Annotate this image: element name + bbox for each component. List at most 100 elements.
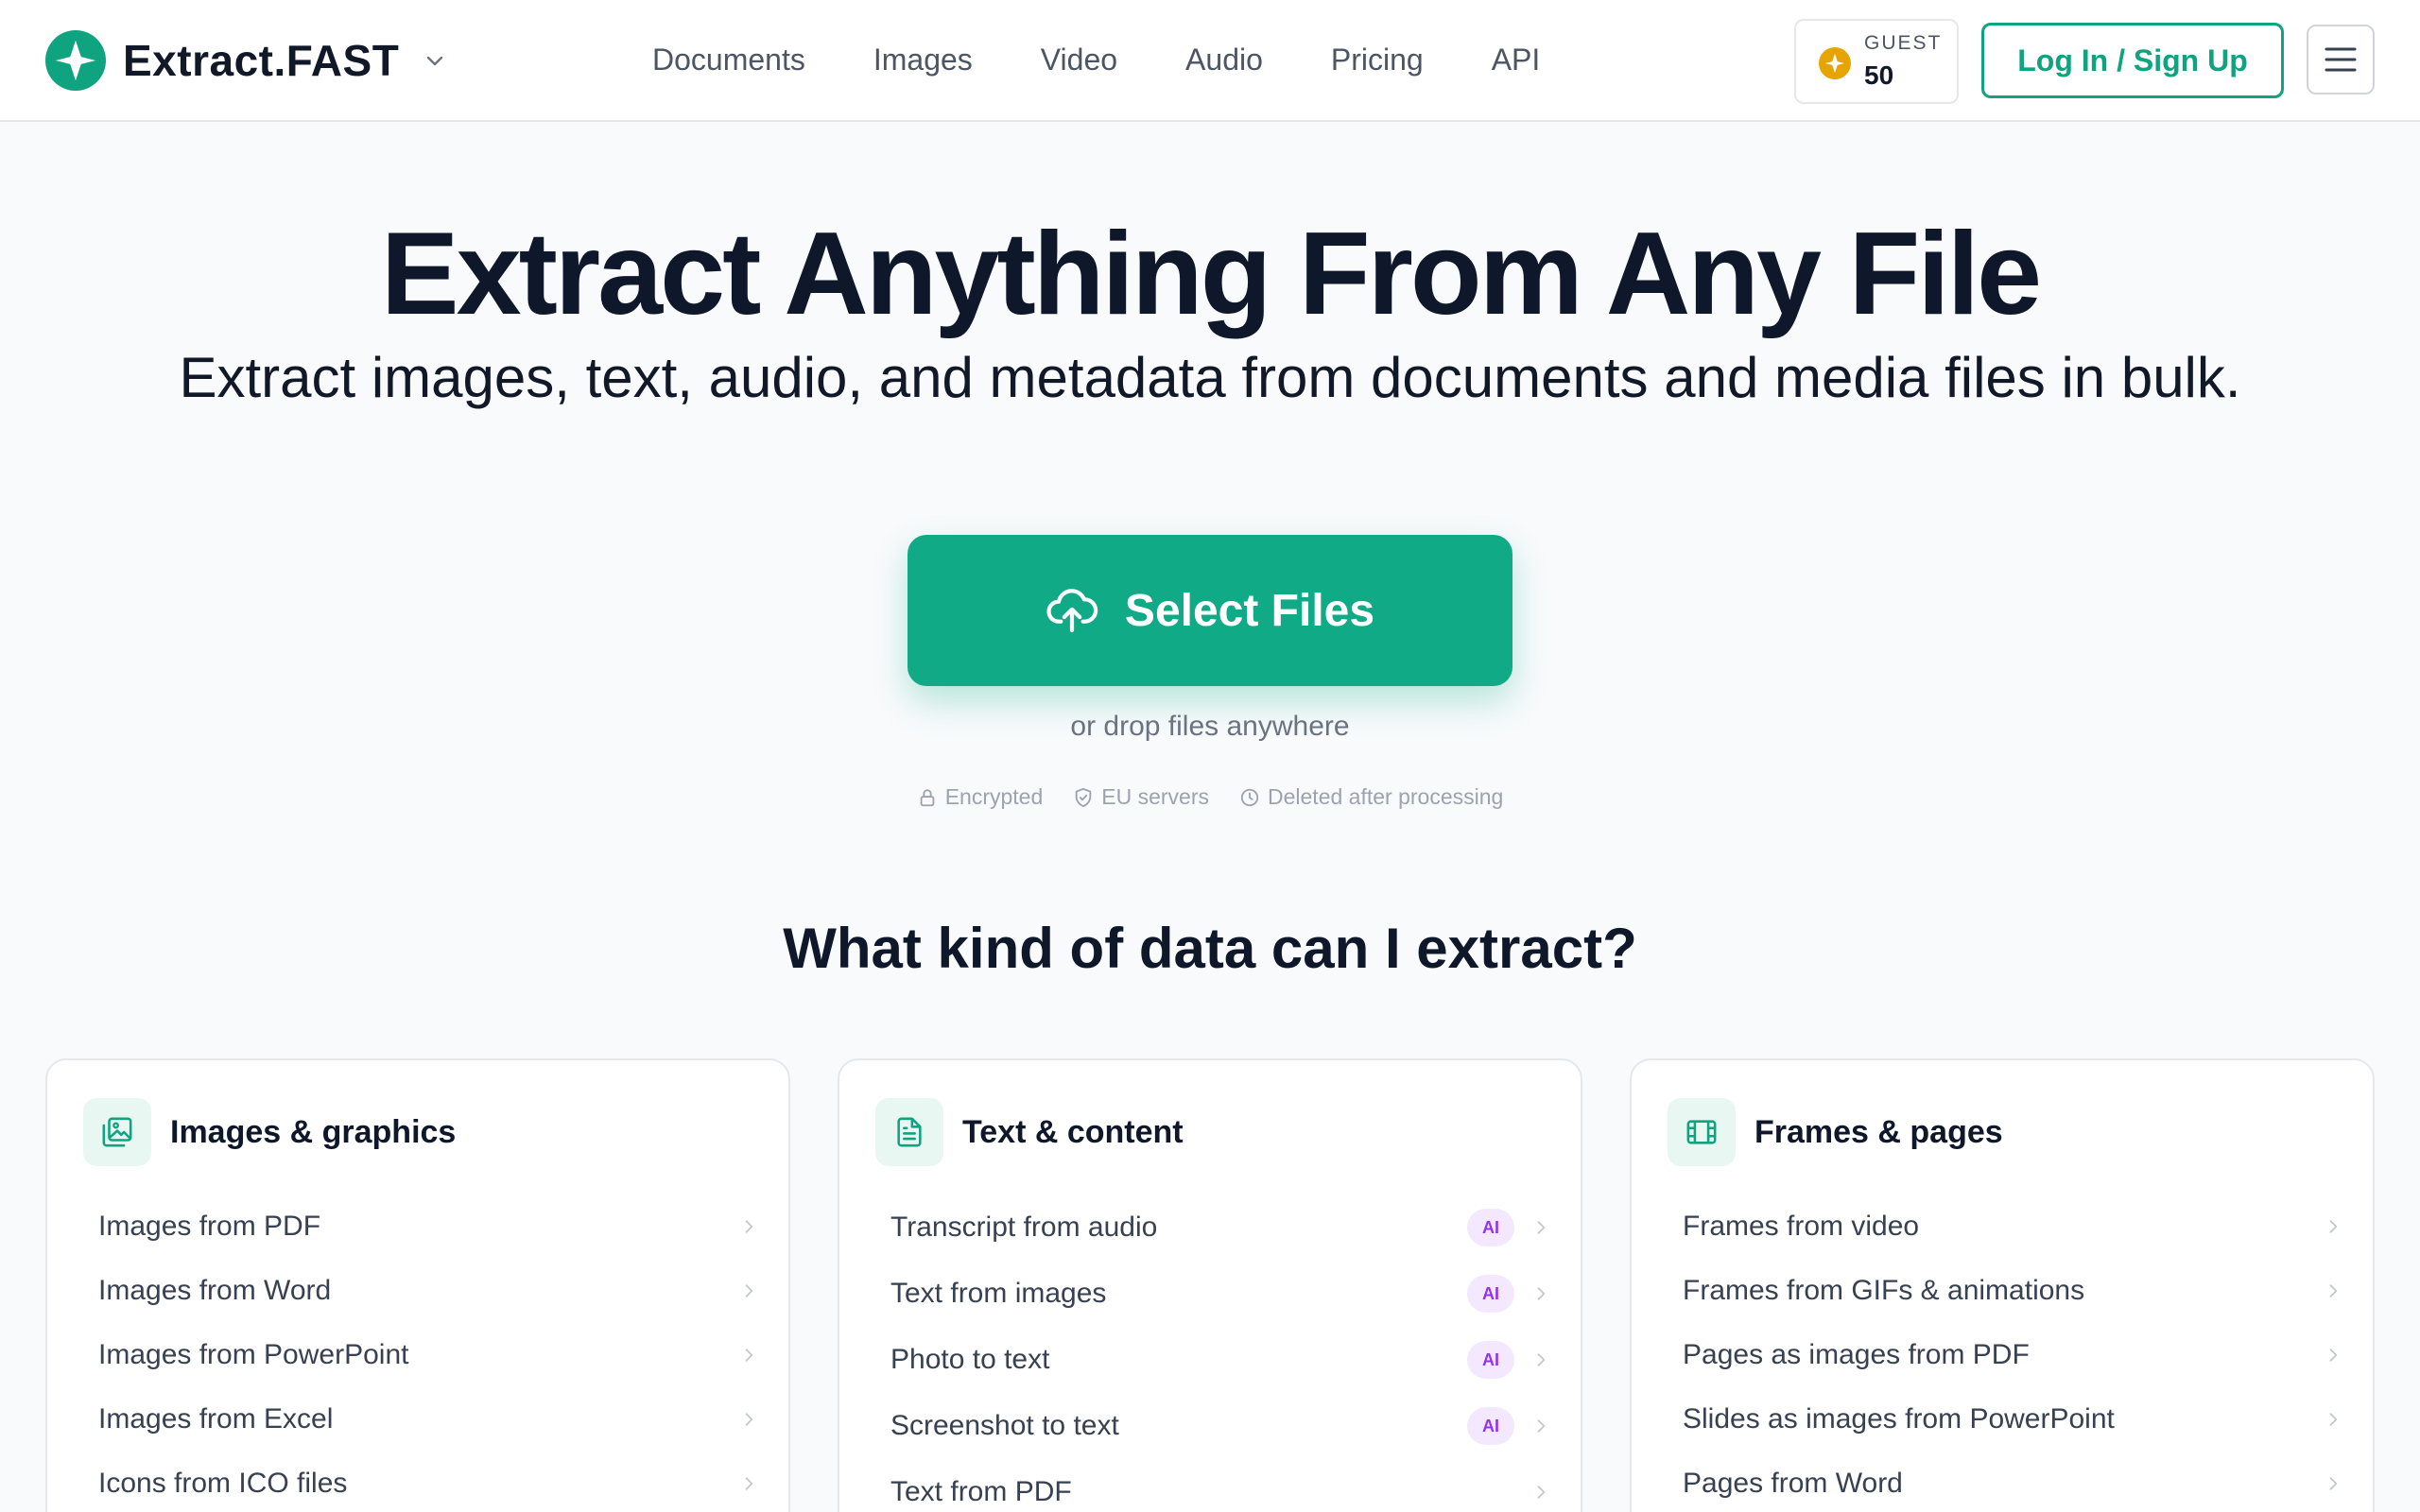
card-images-graphics: Images & graphics Images from PDF Images… <box>45 1058 790 1512</box>
item-label: Images from Excel <box>98 1403 334 1435</box>
nav-api[interactable]: API <box>1492 43 1541 77</box>
list-item[interactable]: Images from PowerPoint <box>64 1323 775 1387</box>
chevron-right-icon <box>2320 1406 2346 1433</box>
badge-encrypted-label: Encrypted <box>944 784 1044 809</box>
clock-icon <box>1240 788 1259 806</box>
select-files-button[interactable]: Select Files <box>908 535 1512 686</box>
card-item-list: Transcript from audio AI Text from images… <box>856 1194 1567 1512</box>
card-header: Frames & pages <box>1668 1098 2003 1166</box>
item-label: Text from PDF <box>890 1476 1072 1507</box>
nav-pricing[interactable]: Pricing <box>1331 43 1424 77</box>
ai-badge: AI <box>1467 1341 1514 1379</box>
card-item-list: Frames from video Frames from GIFs & ani… <box>1649 1194 2360 1512</box>
login-signup-button[interactable]: Log In / Sign Up <box>1981 23 2284 98</box>
chevron-right-icon <box>1528 1280 1554 1307</box>
chevron-right-icon <box>1528 1413 1554 1439</box>
list-item[interactable]: Transcript from audio AI <box>856 1194 1567 1261</box>
list-item[interactable]: Text from images AI <box>856 1261 1567 1327</box>
card-frames-pages: Frames & pages Frames from video Frames … <box>1630 1058 2375 1512</box>
item-label: Pages as images from PDF <box>1683 1339 2030 1370</box>
brand-name: Extract.FAST <box>123 36 400 85</box>
list-item[interactable]: Images from PDF <box>64 1194 775 1259</box>
list-item[interactable]: Text from PDF <box>856 1459 1567 1512</box>
trust-badges: Encrypted EU servers Deleted after proce… <box>0 784 2420 810</box>
cloud-upload-icon <box>1046 589 1098 633</box>
film-icon <box>1668 1098 1736 1166</box>
card-text-content: Text & content Transcript from audio AI T… <box>838 1058 1582 1512</box>
document-icon <box>875 1098 943 1166</box>
chevron-down-icon[interactable] <box>424 48 448 73</box>
brand-logo[interactable]: Extract.FAST <box>45 28 448 93</box>
item-label: Text from images <box>890 1278 1107 1309</box>
chevron-right-icon <box>735 1278 762 1304</box>
credit-count: 50 <box>1864 60 1894 90</box>
section-title: What kind of data can I extract? <box>783 917 1637 980</box>
chevron-right-icon <box>735 1470 762 1497</box>
guest-label: GUEST <box>1864 32 1943 54</box>
list-item[interactable]: Pages from Word <box>1649 1452 2360 1512</box>
card-item-list: Images from PDF Images from Word Images … <box>64 1194 775 1512</box>
nav-documents[interactable]: Documents <box>652 43 805 77</box>
select-files-label: Select Files <box>1124 585 1375 636</box>
chevron-right-icon <box>735 1213 762 1240</box>
chevron-right-icon <box>735 1342 762 1368</box>
badge-deleted: Deleted after processing <box>1239 784 1503 810</box>
card-title: Images & graphics <box>170 1113 457 1150</box>
list-item[interactable]: Screenshot to text AI <box>856 1393 1567 1459</box>
hero-subtitle: Extract images, text, audio, and metadat… <box>179 346 2241 409</box>
card-header: Text & content <box>875 1098 1184 1166</box>
item-label: Pages from Word <box>1683 1468 1903 1499</box>
list-item[interactable]: Frames from video <box>1649 1194 2360 1259</box>
list-item[interactable]: Photo to text AI <box>856 1327 1567 1393</box>
ai-badge: AI <box>1467 1275 1514 1313</box>
nav-video[interactable]: Video <box>1041 43 1117 77</box>
badge-eu-servers-label: EU servers <box>1101 784 1209 809</box>
nav-audio[interactable]: Audio <box>1185 43 1263 77</box>
item-label: Frames from GIFs & animations <box>1683 1275 2085 1306</box>
item-label: Slides as images from PowerPoint <box>1683 1403 2115 1435</box>
chevron-right-icon <box>1528 1347 1554 1373</box>
hamburger-menu-button[interactable] <box>2307 25 2375 94</box>
coin-icon <box>1819 47 1851 79</box>
card-title: Text & content <box>962 1113 1184 1150</box>
item-label: Photo to text <box>890 1344 1050 1375</box>
list-item[interactable]: Slides as images from PowerPoint <box>1649 1387 2360 1452</box>
list-item[interactable]: Images from Word <box>64 1259 775 1323</box>
list-item[interactable]: Frames from GIFs & animations <box>1649 1259 2360 1323</box>
list-item[interactable]: Icons from ICO files <box>64 1452 775 1512</box>
chevron-right-icon <box>2320 1342 2346 1368</box>
nav-images[interactable]: Images <box>873 43 973 77</box>
item-label: Icons from ICO files <box>98 1468 348 1499</box>
badge-encrypted: Encrypted <box>917 784 1044 810</box>
item-label: Transcript from audio <box>890 1211 1158 1243</box>
card-title: Frames & pages <box>1754 1113 2003 1150</box>
badge-eu-servers: EU servers <box>1073 784 1209 810</box>
badge-deleted-label: Deleted after processing <box>1268 784 1504 809</box>
item-label: Images from Word <box>98 1275 332 1306</box>
drop-hint: or drop files anywhere <box>1070 711 1350 742</box>
chevron-right-icon <box>2320 1213 2346 1240</box>
chevron-right-icon <box>1528 1479 1554 1505</box>
chevron-right-icon <box>735 1406 762 1433</box>
ai-badge: AI <box>1467 1407 1514 1445</box>
list-item[interactable]: Pages as images from PDF <box>1649 1323 2360 1387</box>
lock-icon <box>920 788 935 806</box>
chevron-right-icon <box>1528 1214 1554 1241</box>
image-icon <box>83 1098 151 1166</box>
guest-credits[interactable]: GUEST 50 <box>1794 19 1959 104</box>
item-label: Images from PDF <box>98 1211 321 1242</box>
chevron-right-icon <box>2320 1470 2346 1497</box>
ai-badge: AI <box>1467 1209 1514 1246</box>
hamburger-icon <box>2325 47 2357 72</box>
list-item[interactable]: Images from Excel <box>64 1387 775 1452</box>
bolt-logo-icon <box>45 30 106 91</box>
main-nav: Documents Images Video Audio Pricing API <box>652 0 1608 120</box>
shield-check-icon <box>1076 787 1092 807</box>
hero-title: Extract Anything From Any File <box>380 209 2042 339</box>
item-label: Images from PowerPoint <box>98 1339 409 1370</box>
chevron-right-icon <box>2320 1278 2346 1304</box>
item-label: Screenshot to text <box>890 1410 1119 1441</box>
top-header: Extract.FAST Documents Images Video Audi… <box>0 0 2420 122</box>
card-header: Images & graphics <box>83 1098 456 1166</box>
item-label: Frames from video <box>1683 1211 1920 1242</box>
